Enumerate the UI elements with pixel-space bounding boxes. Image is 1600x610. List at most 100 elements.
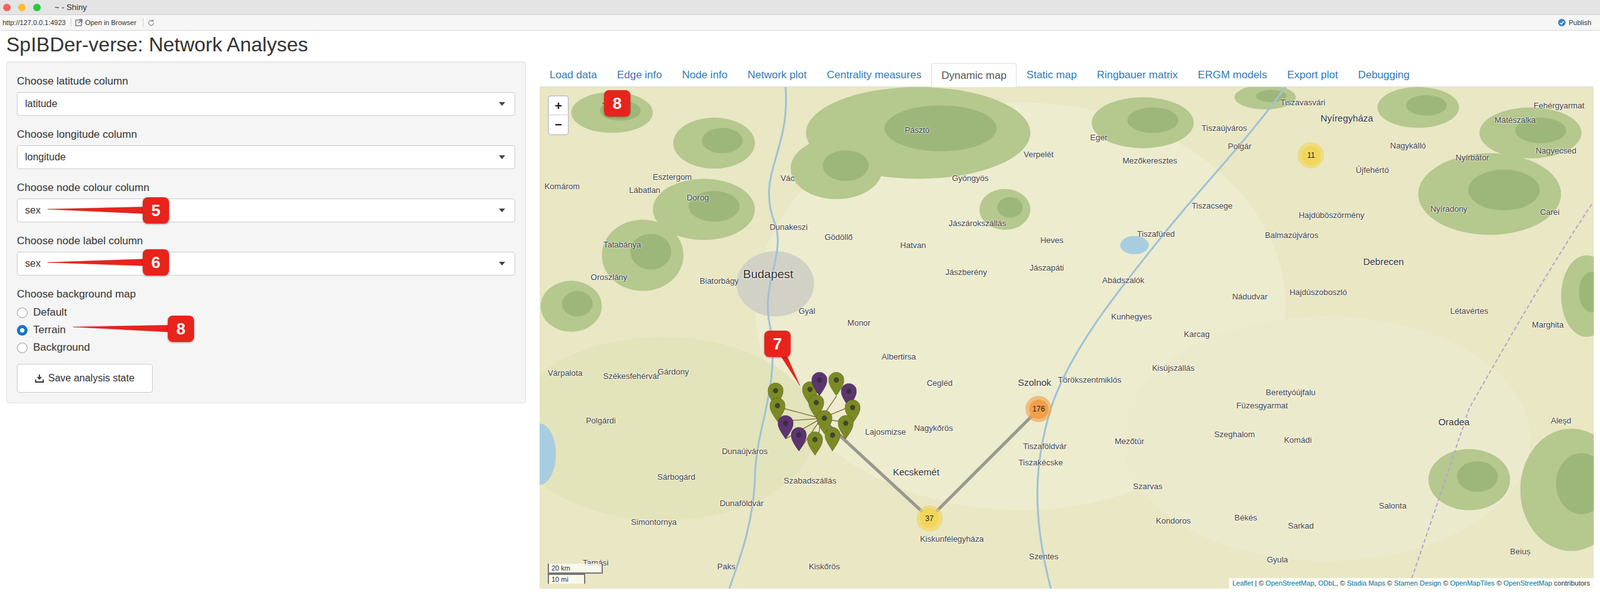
map-pin-icon xyxy=(791,426,807,451)
map-place-label: Szentes xyxy=(1029,551,1059,560)
select-value: sex xyxy=(25,256,41,272)
map-place-label: Debrecen xyxy=(1363,256,1405,267)
map-place-label: Kondoros xyxy=(1156,515,1192,524)
attribution-link[interactable]: ODbL xyxy=(1318,579,1337,587)
map-place-label: Polgárdi xyxy=(585,416,616,425)
annotation-arrow xyxy=(602,99,618,108)
map-place-label: Abádszalók xyxy=(1102,275,1145,284)
annotation-arrows xyxy=(0,0,1600,610)
radio-option[interactable]: Terrain xyxy=(16,321,516,339)
annotation-badge: 6 xyxy=(142,249,170,276)
field-label: Choose longitude column xyxy=(16,127,516,142)
map-place-label: Sarkad xyxy=(1288,521,1314,530)
tab[interactable]: Export plot xyxy=(1276,63,1348,88)
map-place-label: Újfehértó xyxy=(1355,165,1390,174)
maximize-button[interactable] xyxy=(33,3,41,12)
tab[interactable]: Dynamic map xyxy=(931,63,1017,88)
radio-option[interactable]: Background xyxy=(16,338,516,357)
radio-button[interactable] xyxy=(16,342,28,354)
tab[interactable]: Network plot xyxy=(737,63,817,88)
attribution-text: © xyxy=(1441,579,1450,587)
select-field: Choose longitude column longitude xyxy=(16,127,516,170)
attribution-link[interactable]: Stamen Design xyxy=(1394,579,1442,587)
radio-option[interactable]: Default xyxy=(16,303,516,322)
map-place-label: Kisújszállás xyxy=(1151,363,1195,372)
map-place-label: Tiszacsege xyxy=(1191,200,1233,210)
main-panel: Load dataEdge infoNode infoNetwork plotC… xyxy=(539,61,1594,589)
tab[interactable]: Load data xyxy=(539,63,608,88)
marker-cluster[interactable]: 11 xyxy=(1297,142,1324,169)
minimize-button[interactable] xyxy=(18,3,26,12)
map-pin[interactable] xyxy=(816,410,832,434)
refresh-icon[interactable] xyxy=(147,18,156,27)
attribution-text: | © xyxy=(1253,579,1266,587)
map-pin[interactable] xyxy=(824,426,841,451)
map-place-label: Fehérgyarmat xyxy=(1533,101,1585,110)
select-value: latitude xyxy=(25,96,58,112)
zoom-out-button[interactable]: − xyxy=(548,115,568,134)
select-box[interactable]: latitude xyxy=(16,92,516,116)
tab[interactable]: Node info xyxy=(671,63,738,88)
marker-cluster[interactable]: 176 xyxy=(1025,395,1052,422)
map-tiles xyxy=(539,87,1594,589)
radio-group-label: Choose background map xyxy=(16,287,516,302)
map-place-label: Verpelét xyxy=(1023,150,1054,159)
map-place-label: Tatabánya xyxy=(603,239,642,248)
map-place-label: Tiszaújváros xyxy=(1201,123,1247,133)
map-place-label: Dunakeszi xyxy=(769,222,808,231)
map-place-label: Kecskemét xyxy=(892,466,939,476)
attribution-link[interactable]: OpenStreetMap xyxy=(1503,579,1553,587)
select-box[interactable]: sex xyxy=(16,198,516,223)
tab[interactable]: ERGM models xyxy=(1188,63,1278,88)
cluster-count: 11 xyxy=(1301,145,1321,166)
close-button[interactable] xyxy=(3,3,11,12)
radio-button[interactable] xyxy=(16,307,28,318)
annotation-badge: 8 xyxy=(604,90,631,117)
attribution-link[interactable]: Stadia Maps xyxy=(1347,579,1386,587)
map-place-label: Nyíregyháza xyxy=(1320,112,1373,123)
select-box[interactable]: sex xyxy=(16,251,516,276)
map-place-label: Komárom xyxy=(544,181,580,190)
cluster-count: 37 xyxy=(919,508,939,528)
save-analysis-button[interactable]: Save analysis state xyxy=(16,363,153,393)
map-place-label: Tiszafüred xyxy=(1137,229,1175,238)
tab[interactable]: Debugging xyxy=(1347,63,1420,88)
tab[interactable]: Centrality measures xyxy=(816,63,932,88)
caret-down-icon xyxy=(498,101,506,107)
map-place-label: Várpalota xyxy=(547,368,583,377)
publish-button[interactable]: Publish xyxy=(1557,17,1592,29)
annotation-arrow xyxy=(774,341,800,386)
map-place-label: Jászárokszállás xyxy=(948,218,1006,227)
field-label: Choose node label column xyxy=(16,234,516,248)
attribution-link[interactable]: Leaflet xyxy=(1232,579,1254,587)
url-field[interactable]: http://127.0.0.1:4923 xyxy=(2,17,66,29)
map-place-label: Aleşd xyxy=(1551,416,1572,425)
map-place-label: Gárdony xyxy=(657,367,690,376)
tab[interactable]: Edge info xyxy=(607,63,673,88)
map-pin[interactable] xyxy=(777,415,794,439)
map-place-label: Nádudvar xyxy=(1231,291,1267,300)
attribution-link[interactable]: OpenStreetMap xyxy=(1265,579,1315,587)
publish-label: Publish xyxy=(1568,17,1592,29)
app-body: Choose latitude columnlatitudeChoose lon… xyxy=(6,61,1594,589)
annotation-arrow xyxy=(73,324,181,333)
open-in-browser-button[interactable]: Open in Browser xyxy=(75,17,137,29)
attribution-link[interactable]: OpenMapTiles xyxy=(1449,579,1495,587)
map-pin[interactable] xyxy=(791,426,807,451)
zoom-control: +− xyxy=(547,95,570,136)
map[interactable]: PásztóEgerTiszavasváriNyíregyházaMátésza… xyxy=(539,87,1594,589)
map-place-label: Nyírbátor xyxy=(1455,153,1489,162)
select-box[interactable]: longitude xyxy=(16,145,516,170)
map-pin[interactable] xyxy=(807,431,824,456)
network-edges xyxy=(539,87,1594,589)
tab[interactable]: Ringbauer matrix xyxy=(1086,63,1188,88)
map-place-label: Polgár xyxy=(1228,142,1252,151)
tab[interactable]: Static map xyxy=(1016,63,1087,88)
annotation-badge: 8 xyxy=(167,315,195,342)
map-place-label: Lajosmizse xyxy=(865,427,906,436)
zoom-in-button[interactable]: + xyxy=(548,96,568,116)
radio-button[interactable] xyxy=(16,324,28,336)
map-pin[interactable] xyxy=(811,371,827,396)
marker-cluster[interactable]: 37 xyxy=(916,505,943,532)
attribution-text: , xyxy=(1314,579,1319,587)
